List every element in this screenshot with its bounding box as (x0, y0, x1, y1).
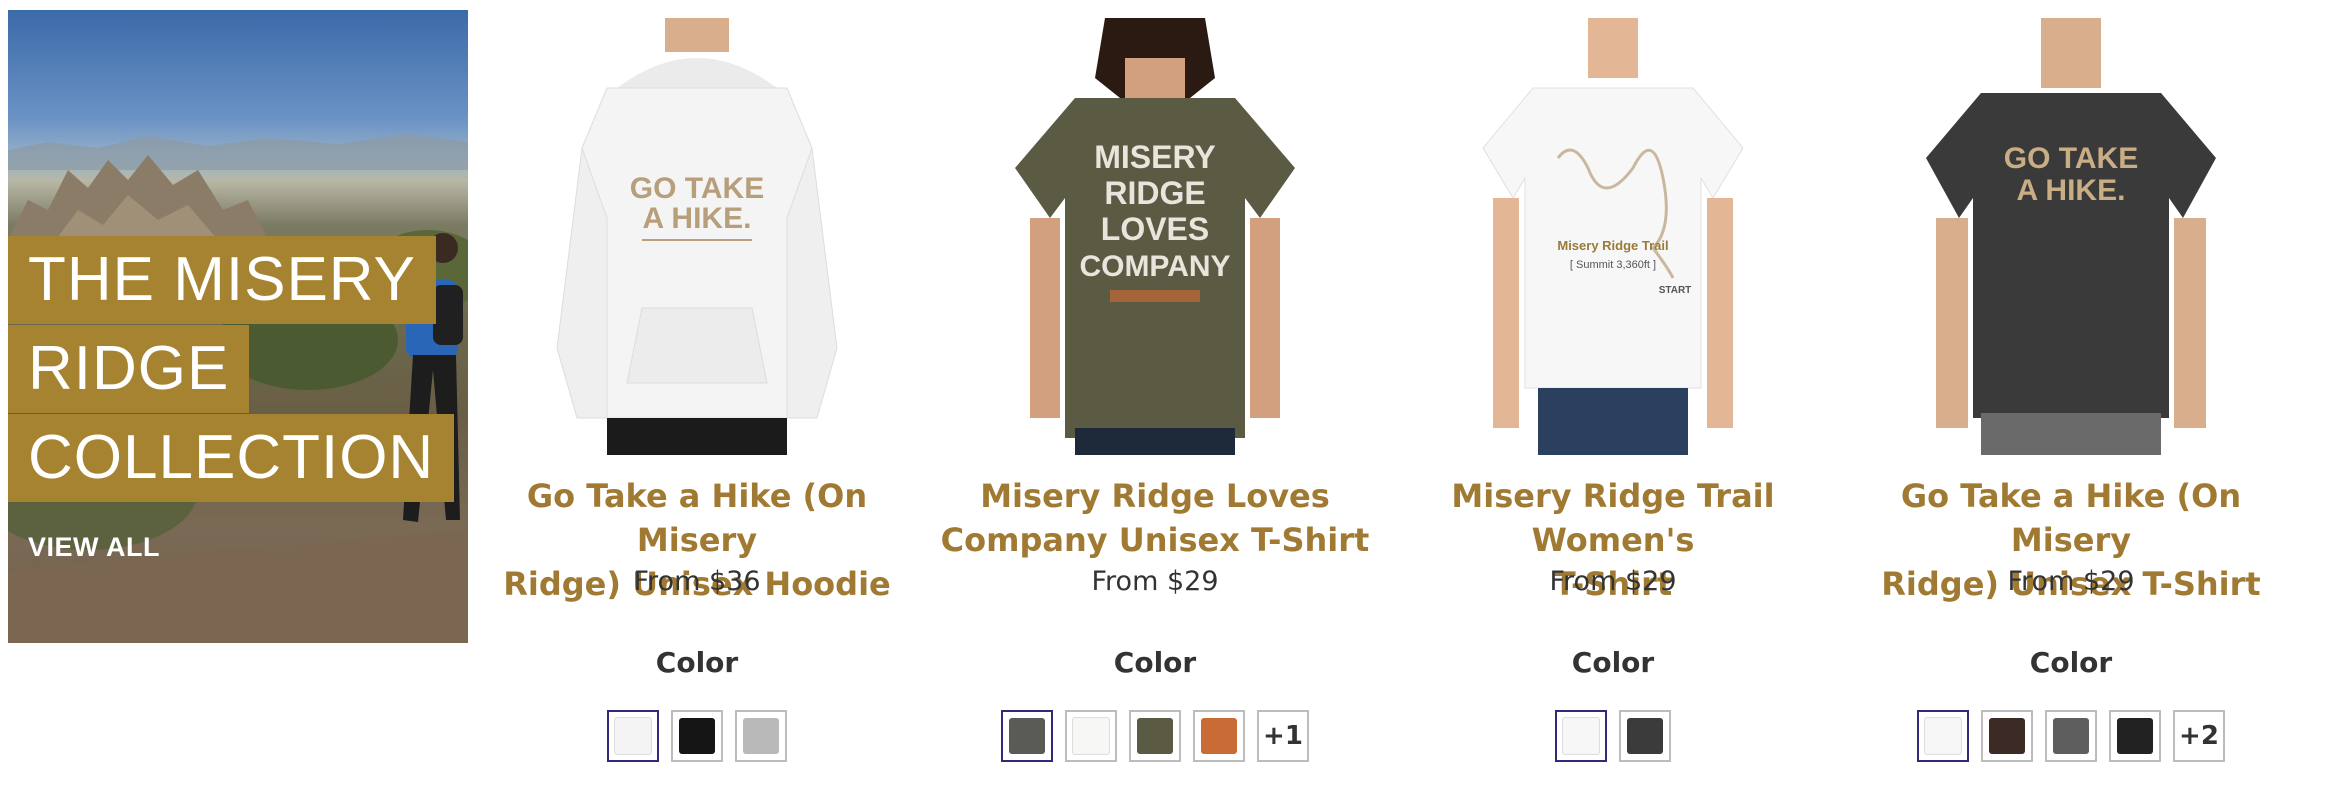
more-colors-button[interactable]: +1 (1257, 710, 1309, 762)
product-title-line[interactable]: Misery Ridge Trail Women's (1384, 474, 1842, 562)
print-text: GO TAKE (2004, 142, 2138, 175)
print-text: COMPANY (1079, 250, 1230, 283)
color-swatch[interactable] (2109, 710, 2161, 762)
print-text: LOVES (1101, 211, 1209, 247)
color-swatch[interactable] (1065, 710, 1117, 762)
product-card: GO TAKE A HIKE. Go Take a Hike (On Miser… (1842, 0, 2300, 790)
product-title-line[interactable]: Go Take a Hike (On Misery (468, 474, 926, 562)
color-swatch[interactable] (1193, 710, 1245, 762)
banner-title-line-3: COLLECTION (8, 414, 455, 502)
product-card: MISERY RIDGE LOVES COMPANY Misery Ridge … (926, 0, 1384, 790)
print-text: GO TAKE (630, 172, 764, 205)
color-swatch[interactable] (2045, 710, 2097, 762)
print-text: START (1659, 285, 1692, 296)
color-label: Color (2029, 646, 2113, 679)
product-title-line[interactable]: Go Take a Hike (On Misery (1842, 474, 2300, 562)
view-all-link[interactable]: VIEW ALL (28, 532, 160, 563)
color-swatch[interactable] (671, 710, 723, 762)
color-swatches: +1 (926, 710, 1384, 762)
color-swatch[interactable] (1001, 710, 1053, 762)
print-text: A HIKE. (2017, 174, 2126, 207)
color-swatches (1384, 710, 1842, 762)
print-text: [ Summit 3,360ft ] (1570, 259, 1656, 271)
collection-banner[interactable]: THE MISERY RIDGE COLLECTION VIEW ALL (8, 10, 468, 643)
product-card: GO TAKE A HIKE. Go Take a Hike (On Miser… (468, 0, 926, 790)
product-image-trail-womens-tee[interactable]: Misery Ridge Trail [ Summit 3,360ft ] ST… (1463, 18, 1763, 455)
product-image-hoodie[interactable]: GO TAKE A HIKE. (547, 18, 847, 455)
product-price: From $29 (1549, 566, 1677, 597)
color-swatch[interactable] (1917, 710, 1969, 762)
product-price: From $29 (2007, 566, 2135, 597)
product-card: Misery Ridge Trail [ Summit 3,360ft ] ST… (1384, 0, 1842, 790)
product-title-line[interactable]: Company Unisex T-Shirt (926, 518, 1384, 562)
color-swatch[interactable] (1129, 710, 1181, 762)
product-image-loves-company-tee[interactable]: MISERY RIDGE LOVES COMPANY (1005, 18, 1305, 455)
color-swatch[interactable] (1619, 710, 1671, 762)
print-text: Misery Ridge Trail (1557, 238, 1668, 253)
product-price: From $36 (633, 566, 761, 597)
more-colors-button[interactable]: +2 (2173, 710, 2225, 762)
print-text: MISERY (1094, 139, 1216, 175)
print-text: RIDGE (1104, 175, 1205, 211)
banner-title-line-1: THE MISERY (8, 236, 436, 324)
color-swatch[interactable] (607, 710, 659, 762)
color-swatch[interactable] (1981, 710, 2033, 762)
color-swatches (468, 710, 926, 762)
banner-title-line-2: RIDGE (8, 325, 250, 413)
print-text: A HIKE. (643, 202, 752, 235)
product-title-line[interactable]: Misery Ridge Loves (926, 474, 1384, 518)
product-price: From $29 (1091, 566, 1219, 597)
color-swatch[interactable] (735, 710, 787, 762)
product-image-hike-tee[interactable]: GO TAKE A HIKE. (1921, 18, 2221, 455)
color-label: Color (655, 646, 739, 679)
color-label: Color (1113, 646, 1197, 679)
product-title[interactable]: Misery Ridge Loves Company Unisex T-Shir… (926, 474, 1384, 562)
color-swatches: +2 (1842, 710, 2300, 762)
color-label: Color (1571, 646, 1655, 679)
color-swatch[interactable] (1555, 710, 1607, 762)
